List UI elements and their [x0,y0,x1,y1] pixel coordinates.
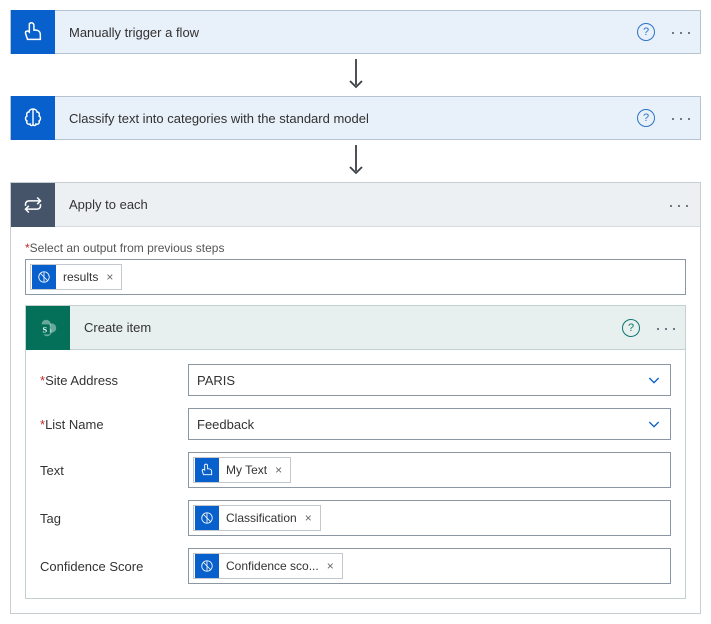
token-results[interactable]: results × [30,264,122,290]
chevron-down-icon [646,416,662,432]
chevron-down-icon [646,372,662,388]
create-item-help-button[interactable]: ? [613,306,649,350]
brain-icon [11,96,55,140]
trigger-node[interactable]: Manually trigger a flow ? ··· [10,10,701,54]
tag-input[interactable]: Classification × [188,500,671,536]
create-item-header[interactable]: S Create item ? ··· [26,306,685,350]
apply-to-each-title: Apply to each [55,197,660,212]
token-remove-icon[interactable]: × [104,270,121,284]
token-confidence[interactable]: Confidence sco... × [193,553,343,579]
output-from-input[interactable]: results × [25,259,686,295]
apply-to-each-container: Apply to each ··· *Select an output from… [10,182,701,614]
trigger-icon [11,10,55,54]
site-address-label: *Site Address [40,373,188,388]
classify-more-button[interactable]: ··· [664,96,700,140]
list-name-label: *List Name [40,417,188,432]
dynamics-icon [195,554,219,578]
token-remove-icon[interactable]: × [303,511,320,525]
token-remove-icon[interactable]: × [273,463,290,477]
apply-to-each-more-button[interactable]: ··· [660,196,700,214]
arrow-connector [10,54,701,96]
tag-label: Tag [40,511,188,526]
create-item-title: Create item [70,320,613,335]
dynamics-icon [32,265,56,289]
loop-icon [11,183,55,227]
classify-title: Classify text into categories with the s… [55,111,628,126]
create-item-card: S Create item ? ··· *Site Address PARIS [25,305,686,599]
trigger-more-button[interactable]: ··· [664,10,700,54]
text-label: Text [40,463,188,478]
confidence-label: Confidence Score [40,559,188,574]
token-my-text[interactable]: My Text × [193,457,291,483]
classify-node[interactable]: Classify text into categories with the s… [10,96,701,140]
trigger-help-button[interactable]: ? [628,10,664,54]
sharepoint-icon: S [26,306,70,350]
list-name-select[interactable]: Feedback [188,408,671,440]
arrow-connector [10,140,701,182]
classify-help-button[interactable]: ? [628,96,664,140]
trigger-title: Manually trigger a flow [55,25,628,40]
confidence-input[interactable]: Confidence sco... × [188,548,671,584]
create-item-more-button[interactable]: ··· [649,306,685,350]
token-remove-icon[interactable]: × [325,559,342,573]
apply-to-each-header[interactable]: Apply to each ··· [11,183,700,227]
svg-text:S: S [42,325,47,334]
site-address-select[interactable]: PARIS [188,364,671,396]
text-input[interactable]: My Text × [188,452,671,488]
output-from-label: *Select an output from previous steps [25,241,686,255]
trigger-icon [195,458,219,482]
dynamics-icon [195,506,219,530]
token-classification[interactable]: Classification × [193,505,321,531]
